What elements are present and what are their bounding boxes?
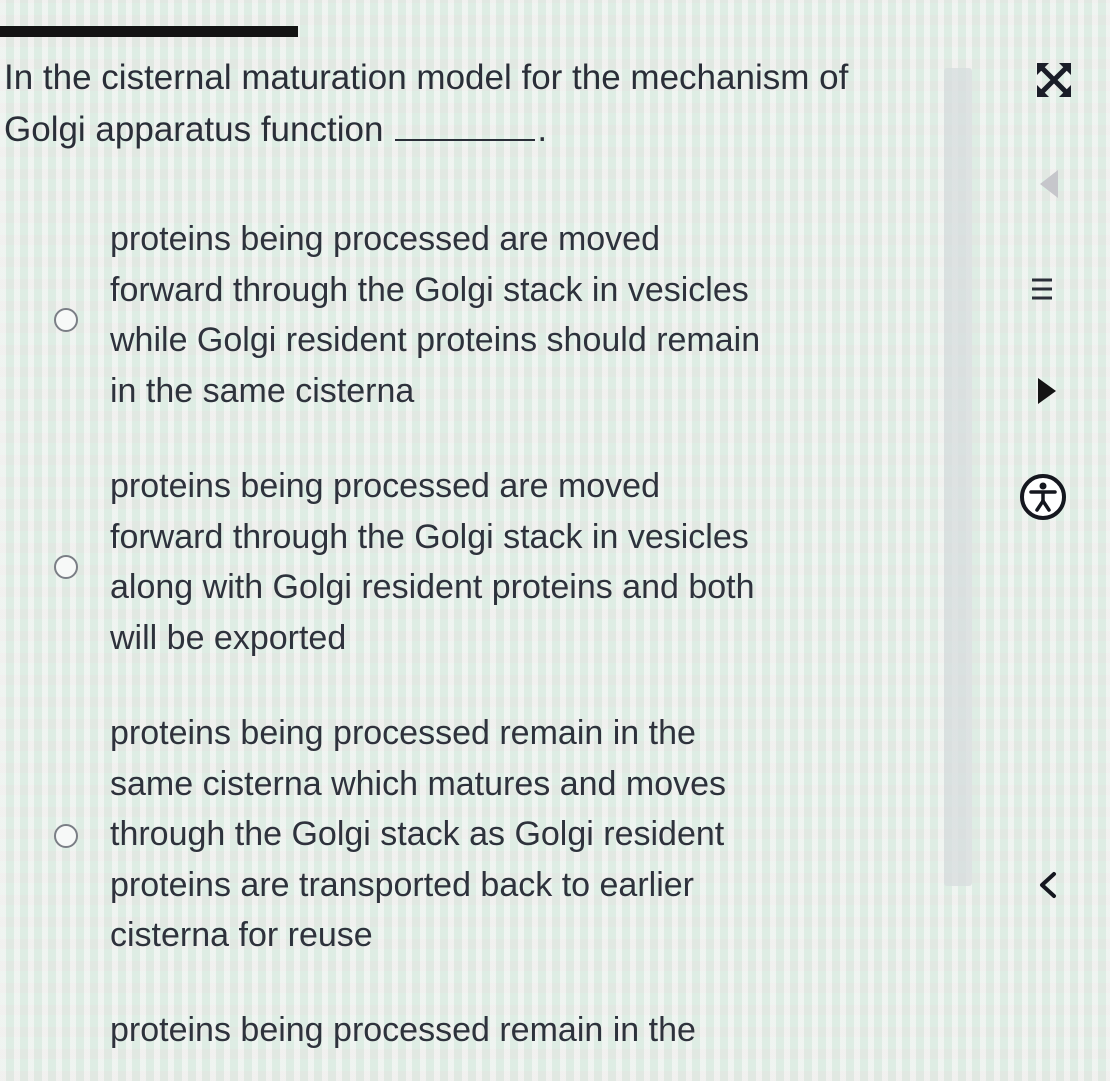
option-3-line-2: same cisterna which matures and moves — [110, 764, 727, 803]
question-line-2-text: Golgi apparatus function — [4, 110, 384, 149]
question-line-2: Golgi apparatus function. — [4, 104, 904, 156]
play-icon[interactable] — [1038, 378, 1056, 404]
option-4-line-1: proteins being processed remain in the — [110, 1011, 696, 1049]
option-1-text: proteins being processed are moved forwa… — [110, 214, 830, 416]
option-2-line-4: will be exported — [110, 618, 347, 657]
question-suffix: . — [537, 110, 548, 149]
accessibility-icon[interactable] — [1018, 472, 1068, 522]
option-3-line-1: proteins being processed remain in the — [110, 714, 696, 752]
option-2-line-3: along with Golgi resident proteins and b… — [110, 568, 755, 606]
question-line-1: In the cisternal maturation model for th… — [4, 58, 849, 97]
chevron-left-icon[interactable] — [1034, 870, 1064, 900]
option-3-line-5: cisterna for reuse — [110, 916, 373, 954]
option-1-line-2: forward through the Golgi stack in vesic… — [110, 270, 749, 309]
answer-blank — [395, 109, 536, 141]
option-1-line-1: proteins being processed are moved — [110, 220, 660, 258]
answer-option-2[interactable]: proteins being processed are moved forwa… — [0, 461, 900, 666]
question-text: In the cisternal maturation model for th… — [4, 52, 904, 156]
option-3-line-3: through the Golgi stack as Golgi residen… — [110, 815, 725, 853]
collapse-left-icon[interactable] — [1040, 170, 1058, 198]
option-1-line-4: in the same cisterna — [110, 371, 415, 410]
expand-icon[interactable] — [1034, 60, 1074, 100]
option-1-line-3: while Golgi resident proteins should rem… — [110, 321, 761, 359]
radio-button-option-3[interactable] — [54, 824, 78, 848]
option-2-text: proteins being processed are moved forwa… — [110, 461, 830, 663]
radio-button-option-1[interactable] — [54, 308, 78, 332]
option-3-line-4: proteins are transported back to earlier — [110, 865, 694, 904]
menu-icon[interactable] — [1030, 276, 1054, 302]
radio-button-option-2[interactable] — [54, 555, 78, 579]
option-2-line-2: forward through the Golgi stack in vesic… — [110, 517, 749, 556]
option-2-line-1: proteins being processed are moved — [110, 467, 660, 505]
scrollbar[interactable] — [944, 68, 972, 886]
answer-option-1[interactable]: proteins being processed are moved forwa… — [0, 214, 900, 419]
answer-option-3[interactable]: proteins being processed remain in the s… — [0, 708, 900, 968]
option-4-text: proteins being processed remain in the — [110, 1005, 830, 1056]
answer-option-4[interactable]: proteins being processed remain in the — [0, 1005, 900, 1081]
option-3-text: proteins being processed remain in the s… — [110, 708, 830, 961]
progress-bar — [0, 26, 298, 37]
